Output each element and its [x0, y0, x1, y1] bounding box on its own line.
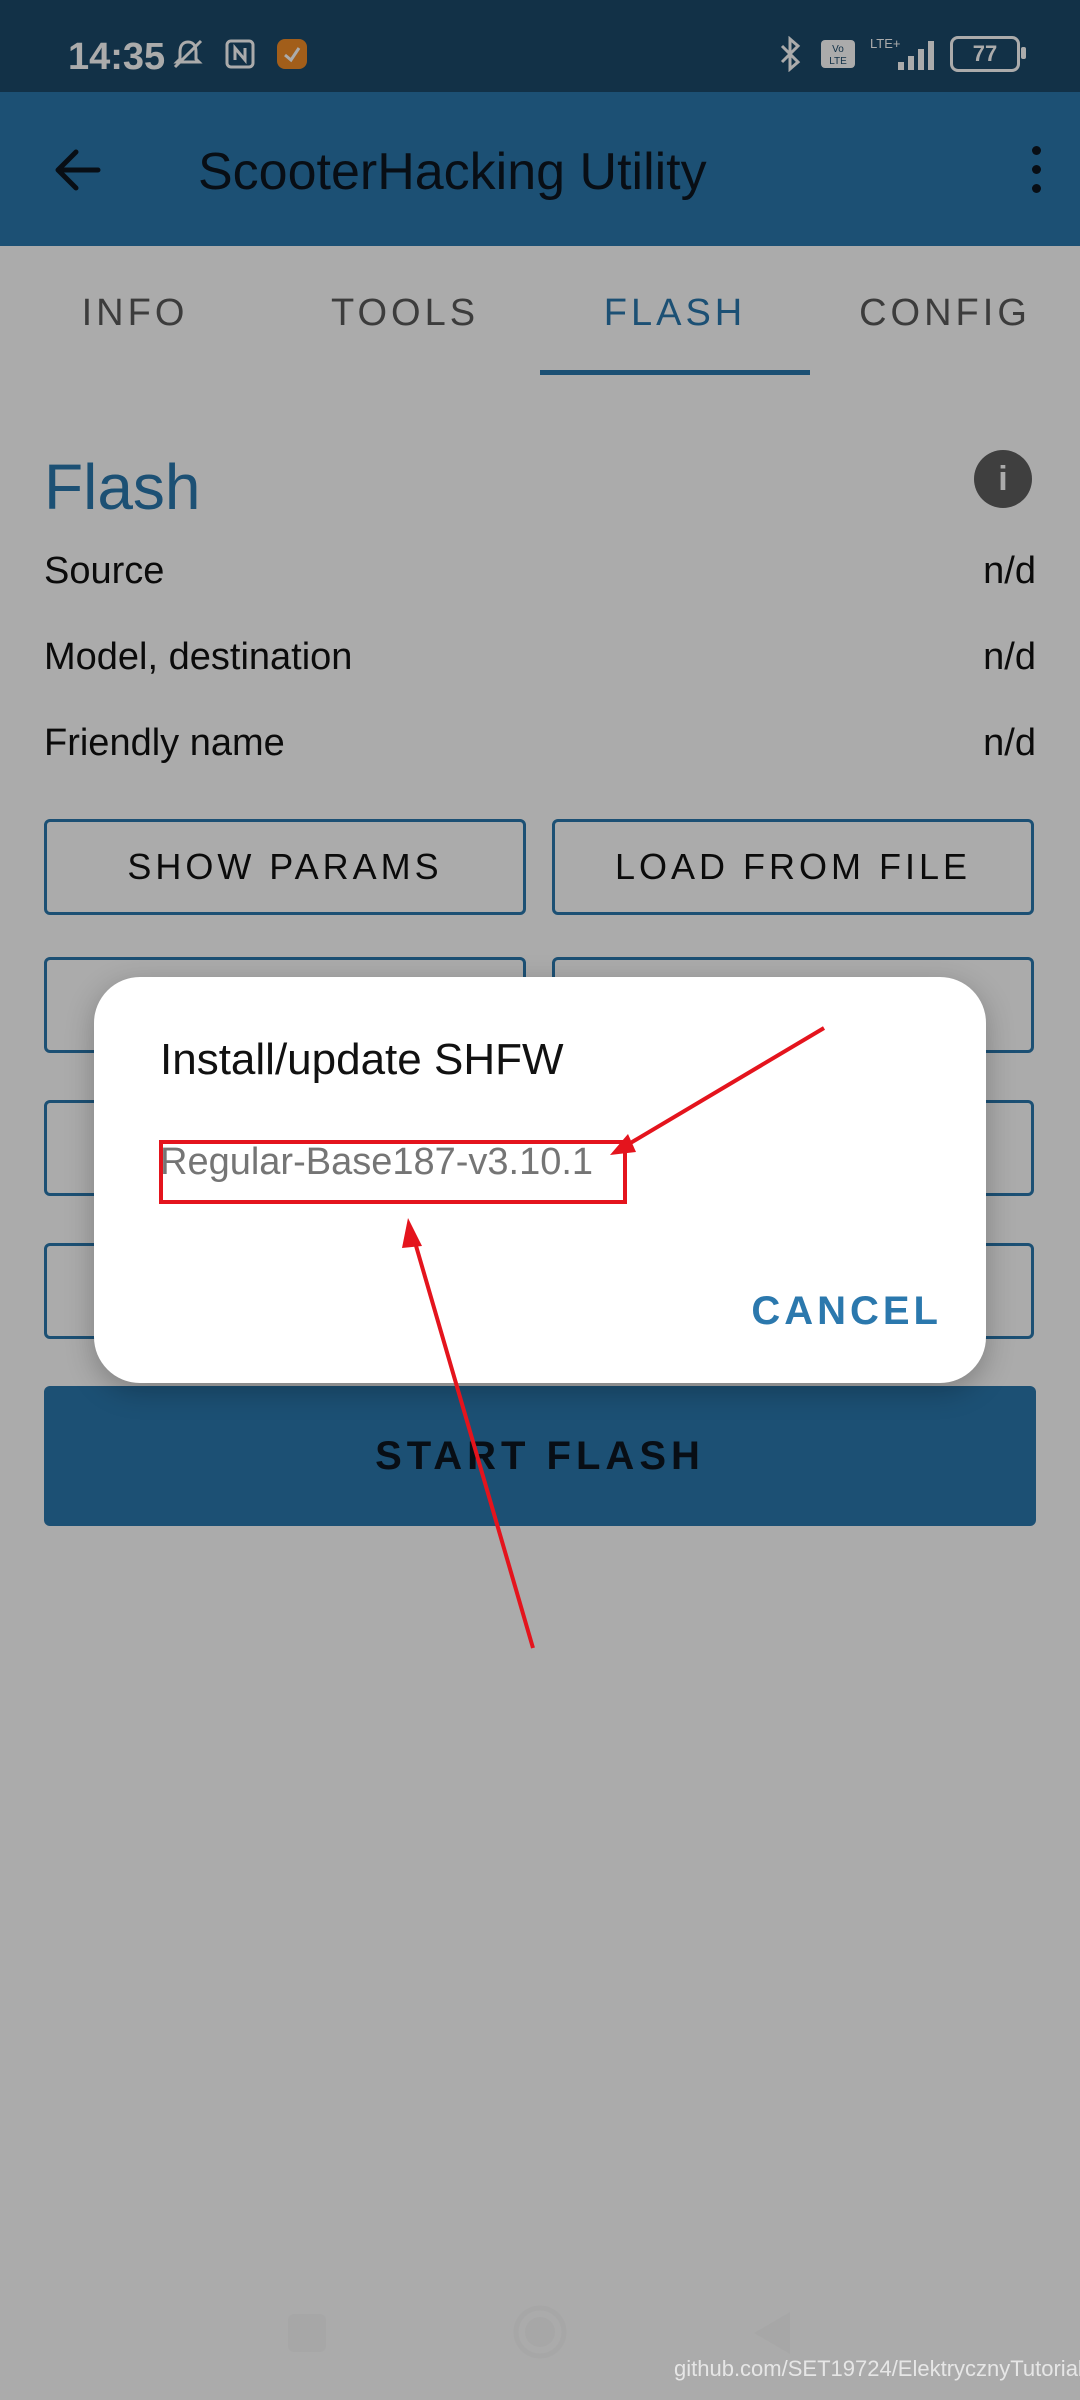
- annotation-arrows: [402, 1026, 826, 1649]
- watermark: github.com/SET19724/ElektrycznyTutorial: [674, 2356, 1080, 2381]
